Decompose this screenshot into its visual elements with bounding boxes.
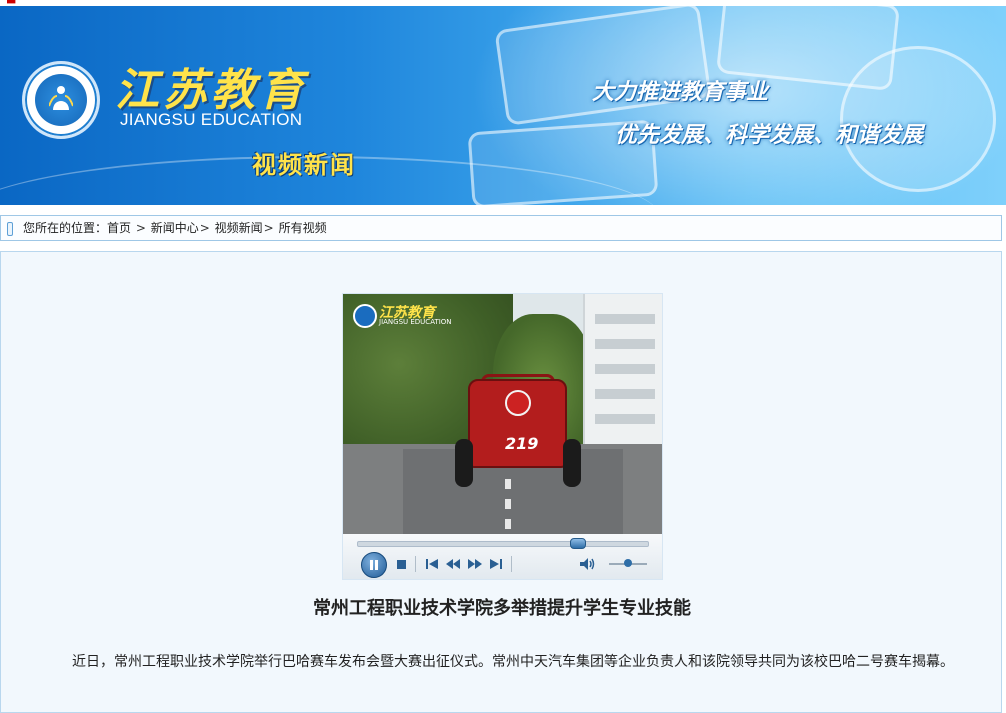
breadcrumb-prefix: 您所在的位置： — [23, 221, 108, 235]
video-player[interactable]: 219 江苏教育 JIANGSU EDUCATION — [342, 293, 663, 580]
breadcrumb-separator: > — [199, 221, 210, 235]
article-title: 常州工程职业技术学院多举措提升学生专业技能 — [313, 598, 691, 619]
slogan-line-2: 优先发展、科学发展、和谐发展 — [615, 123, 924, 148]
breadcrumb-all-videos-link[interactable]: 所有视频 — [279, 221, 327, 235]
volume-thumb[interactable] — [624, 559, 632, 567]
breadcrumb: 您所在的位置：首页 > 新闻中心> 视频新闻> 所有视频 — [0, 215, 1002, 241]
breadcrumb-separator: > — [135, 221, 146, 235]
next-track-icon[interactable] — [489, 555, 503, 573]
kart-number: 219 — [505, 434, 539, 453]
fast-forward-icon[interactable] — [467, 555, 483, 573]
video-frame[interactable]: 219 江苏教育 JIANGSU EDUCATION — [343, 294, 662, 534]
volume-icon[interactable] — [579, 555, 595, 573]
breadcrumb-home-link[interactable]: 首页 — [107, 221, 131, 235]
brand-name-english: JIANGSU EDUCATION — [120, 110, 303, 129]
player-controls — [343, 534, 662, 579]
article-paragraph: 近日，常州工程职业技术学院举行巴哈赛车发布会暨大赛出征仪式。常州中天汽车集团等企… — [72, 654, 954, 670]
seek-bar[interactable] — [357, 541, 649, 547]
pause-button[interactable] — [361, 552, 387, 578]
video-watermark-sub: JIANGSU EDUCATION — [379, 318, 452, 326]
rewind-icon[interactable] — [445, 555, 461, 573]
breadcrumb-video-news-link[interactable]: 视频新闻 — [215, 221, 263, 235]
person-emblem-icon — [49, 86, 73, 110]
breadcrumb-news-center-link[interactable]: 新闻中心 — [151, 221, 199, 235]
watermark-logo-icon — [353, 304, 377, 328]
breadcrumb-separator: > — [263, 221, 274, 235]
section-title: 视频新闻 — [252, 151, 356, 179]
jiangsu-education-logo[interactable] — [22, 61, 100, 139]
seek-thumb[interactable] — [569, 538, 586, 549]
site-banner: 江苏教育 JIANGSU EDUCATION 视频新闻 大力推进教育事业 优先发… — [0, 6, 1006, 205]
stop-icon[interactable] — [395, 555, 407, 573]
location-marker-icon — [7, 222, 13, 236]
previous-track-icon[interactable] — [425, 555, 439, 573]
brand-name-chinese: 江苏教育 — [115, 65, 307, 116]
slogan-line-1: 大力推进教育事业 — [592, 80, 769, 105]
